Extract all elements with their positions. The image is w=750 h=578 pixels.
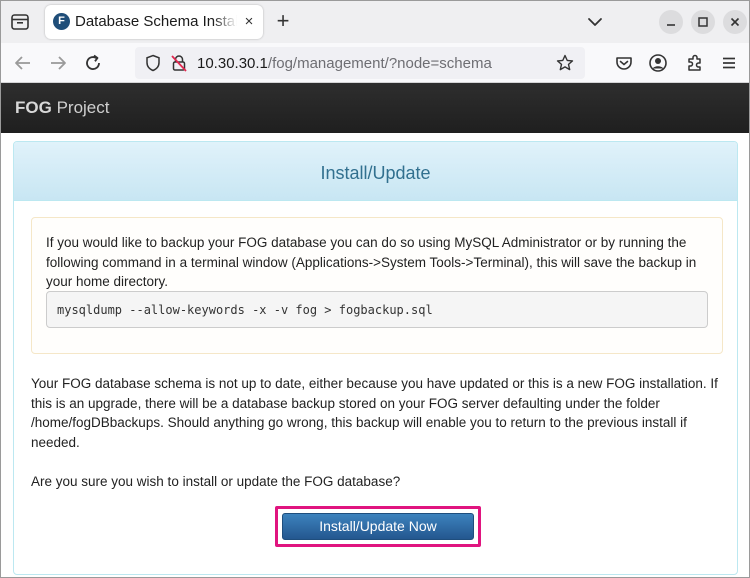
puzzle-icon[interactable]	[683, 51, 707, 75]
backup-info-box: If you would like to backup your FOG dat…	[31, 217, 723, 354]
account-icon[interactable]	[646, 51, 670, 75]
star-icon[interactable]	[555, 53, 575, 73]
reload-icon[interactable]	[81, 51, 105, 75]
close-window-icon[interactable]	[723, 10, 747, 34]
navigation-toolbar: 10.30.30.1/fog/management/?node=schema	[1, 43, 749, 83]
page-content: FOG Project Install/Update If you would …	[1, 83, 749, 577]
fog-brand[interactable]: FOG Project	[15, 98, 109, 118]
new-tab-icon[interactable]: +	[271, 10, 295, 34]
schema-outdated-text: Your FOG database schema is not up to da…	[31, 376, 718, 450]
maximize-icon[interactable]	[691, 10, 715, 34]
url-host: 10.30.30.1	[197, 55, 268, 72]
tab-bar: F Database Schema Installer × +	[1, 1, 749, 43]
brand-rest: Project	[51, 98, 110, 117]
install-panel: Install/Update If you would like to back…	[13, 141, 738, 575]
url-text[interactable]: 10.30.30.1/fog/management/?node=schema	[197, 55, 492, 72]
brand-bold: FOG	[15, 98, 52, 117]
hamburger-menu-icon[interactable]	[717, 51, 741, 75]
button-highlight: Install/Update Now	[275, 506, 481, 547]
tab-close-icon[interactable]: ×	[239, 12, 259, 32]
url-bar[interactable]: 10.30.30.1/fog/management/?node=schema	[135, 47, 585, 79]
backup-command-box: mysqldump --allow-keywords -x -v fog > f…	[46, 291, 708, 328]
pocket-icon[interactable]	[612, 51, 636, 75]
tab-list-icon[interactable]	[9, 11, 31, 33]
insecure-lock-icon[interactable]	[169, 53, 189, 73]
tab-title: Database Schema Installer	[75, 13, 237, 31]
install-update-button[interactable]: Install/Update Now	[282, 513, 474, 540]
fog-header: FOG Project	[1, 83, 749, 133]
tracking-protection-shield-icon[interactable]	[143, 53, 163, 73]
minimize-icon[interactable]	[659, 10, 683, 34]
back-arrow-icon[interactable]	[11, 51, 35, 75]
forward-arrow-icon[interactable]	[46, 51, 70, 75]
url-path: /fog/management/?node=schema	[267, 55, 492, 72]
backup-command: mysqldump --allow-keywords -x -v fog > f…	[57, 303, 433, 317]
panel-heading: Install/Update	[14, 142, 737, 201]
panel-title: Install/Update	[320, 163, 431, 183]
chevron-down-icon[interactable]	[584, 11, 606, 33]
browser-window: F Database Schema Installer × +	[0, 0, 750, 578]
backup-instructions: If you would like to backup your FOG dat…	[46, 235, 697, 289]
fog-favicon-icon: F	[53, 13, 70, 30]
active-tab[interactable]: F Database Schema Installer ×	[45, 5, 263, 39]
confirm-question: Are you sure you wish to install or upda…	[31, 474, 401, 489]
